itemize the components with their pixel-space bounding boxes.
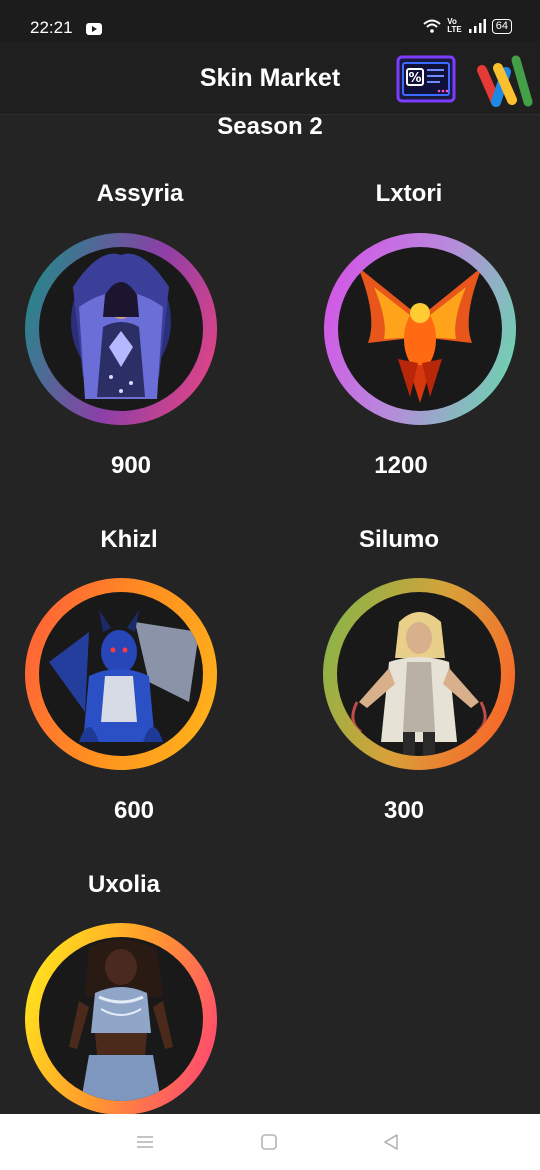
volte-indicator: Vo LTE <box>447 17 462 34</box>
skin-card-lxtori[interactable] <box>324 233 516 425</box>
skin-name-khizl: Khizl <box>100 526 158 553</box>
skin-portrait-uxolia <box>69 939 173 1101</box>
battery-indicator: 64 <box>491 18 512 34</box>
skin-name-assyria: Assyria <box>96 180 184 207</box>
app-header: Skin Market % <box>0 42 540 115</box>
skin-card-silumo[interactable] <box>323 578 515 770</box>
skin-portrait-khizl <box>49 610 199 742</box>
skin-price-silumo: 300 <box>383 797 425 824</box>
youtube-notification-icon <box>86 23 102 35</box>
skin-name-uxolia: Uxolia <box>87 871 161 898</box>
square-home-icon[interactable] <box>260 1133 278 1151</box>
skin-name-silumo: Silumo <box>358 526 439 553</box>
wallet-button[interactable] <box>476 48 536 110</box>
status-bar: 22:21 Vo LTE 64 <box>0 0 540 42</box>
system-nav-bar <box>0 1114 540 1170</box>
wifi-icon <box>423 19 441 33</box>
skin-price-khizl: 600 <box>113 797 155 824</box>
skin-card-khizl[interactable] <box>25 578 217 770</box>
skin-price-assyria: 900 <box>110 452 152 479</box>
menu-icon[interactable] <box>135 1134 155 1150</box>
status-icons: Vo LTE 64 <box>423 18 512 34</box>
skin-card-uxolia[interactable] <box>25 923 217 1115</box>
page-title: Skin Market <box>199 64 341 92</box>
skin-portrait-lxtori <box>358 267 482 403</box>
signal-icon <box>468 19 486 33</box>
skin-price-lxtori: 1200 <box>374 452 428 479</box>
skin-name-lxtori: Lxtori <box>375 180 443 207</box>
skin-card-assyria[interactable] <box>25 233 217 425</box>
skin-portrait-silumo <box>351 612 487 756</box>
coupon-icon: % <box>396 55 456 103</box>
status-time: 22:21 <box>30 18 73 37</box>
wallet-icon <box>477 55 533 107</box>
season-title: Season 2 <box>217 113 323 140</box>
back-triangle-icon[interactable] <box>382 1133 400 1151</box>
coupon-button[interactable]: % <box>396 55 456 103</box>
skin-portrait-assyria <box>71 253 171 399</box>
svg-text:%: % <box>408 71 421 86</box>
